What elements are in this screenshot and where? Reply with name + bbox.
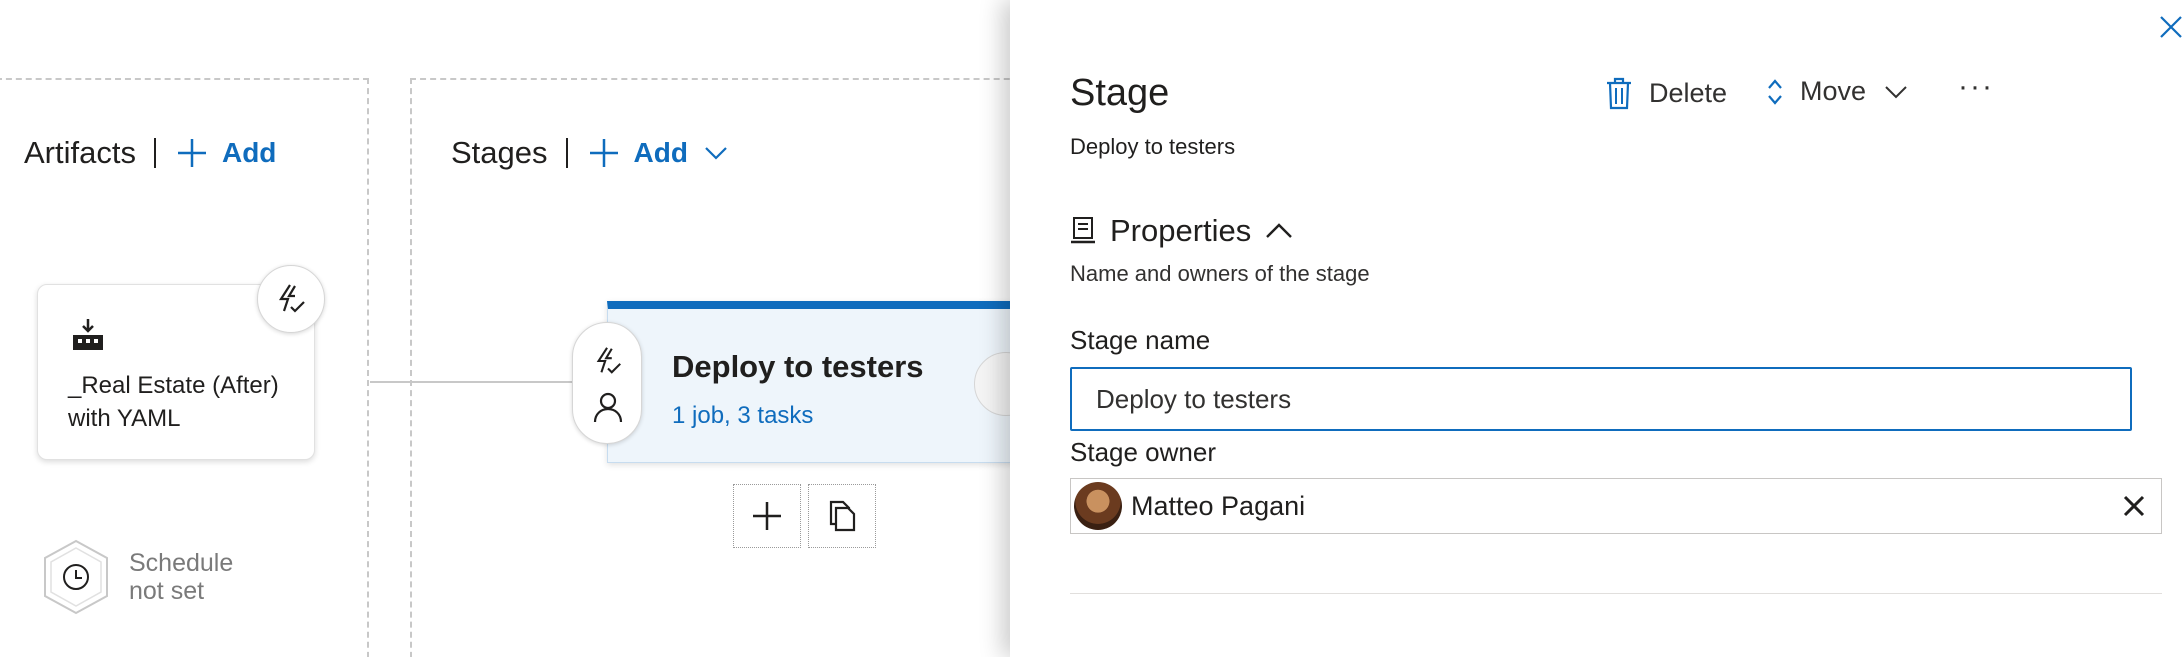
- properties-toggle[interactable]: Properties: [1070, 213, 1293, 249]
- add-artifact-button[interactable]: Add: [176, 137, 276, 169]
- panel-title: Stage: [1070, 72, 1170, 114]
- schedule-label: Schedule not set: [129, 549, 233, 605]
- stage-owner-name: Matteo Pagani: [1131, 490, 1306, 521]
- chevron-down-icon: [1885, 85, 1907, 98]
- add-job-button[interactable]: [733, 484, 801, 548]
- section-divider: [1070, 593, 2162, 594]
- schedule-label-line2: not set: [129, 577, 205, 605]
- stage-name-label: Stage name: [1070, 325, 1211, 355]
- more-actions-button[interactable]: ···: [1958, 70, 1994, 104]
- continuous-deployment-trigger[interactable]: [257, 265, 325, 333]
- stages-title: Stages: [451, 135, 548, 170]
- schedule-label-line1: Schedule: [129, 549, 234, 577]
- chevron-up-icon: [1266, 223, 1293, 238]
- clock-icon: [44, 539, 108, 615]
- panel-subtitle: Deploy to testers: [1070, 134, 1236, 159]
- stage-card-summary[interactable]: 1 job, 3 tasks: [672, 402, 813, 430]
- properties-description: Name and owners of the stage: [1070, 261, 1370, 286]
- stage-owner-label: Stage owner: [1070, 437, 1216, 467]
- trash-icon: [1607, 77, 1631, 110]
- pre-deployment-conditions: [572, 322, 642, 444]
- clone-stage-button[interactable]: [808, 484, 876, 548]
- stages-header: Stages Add: [451, 133, 728, 173]
- properties-title: Properties: [1110, 213, 1252, 248]
- chevron-down-icon: [705, 147, 727, 160]
- clear-owner-icon[interactable]: [2121, 493, 2147, 519]
- delete-label: Delete: [1649, 77, 1728, 108]
- artifact-name: _Real Estate (After) with YAML: [68, 372, 279, 432]
- artifact-stage-connector: [370, 381, 576, 383]
- properties-icon: [1071, 217, 1095, 244]
- stage-properties-panel: Stage Deploy to testers Delete Move ··· …: [1010, 0, 2183, 657]
- plus-icon: [589, 139, 618, 167]
- plus-icon: [753, 502, 781, 530]
- add-artifact-label: Add: [221, 137, 277, 168]
- pre-deployment-approvers-icon[interactable]: [590, 389, 626, 425]
- more-actions-icon: ···: [1958, 70, 1994, 103]
- stage-owner-picker[interactable]: Matteo Pagani: [1070, 478, 2162, 534]
- close-icon[interactable]: [2158, 14, 2183, 40]
- plus-icon: [177, 139, 206, 167]
- artifacts-header: Artifacts Add: [24, 133, 276, 173]
- build-pipeline-icon: [70, 317, 106, 358]
- avatar: [1074, 482, 1122, 530]
- move-button[interactable]: Move: [1766, 76, 1908, 107]
- add-stage-button[interactable]: Add: [588, 137, 728, 169]
- delete-button[interactable]: Delete: [1605, 76, 1727, 110]
- stage-card-name: Deploy to testers: [672, 349, 924, 384]
- artifacts-title: Artifacts: [24, 135, 136, 170]
- pre-deployment-trigger-icon[interactable]: [590, 343, 626, 379]
- lightning-trigger-icon: [278, 284, 305, 313]
- add-stage-label: Add: [633, 137, 688, 168]
- move-label: Move: [1800, 76, 1867, 106]
- header-separator: [565, 138, 568, 168]
- header-separator: [153, 138, 156, 168]
- up-down-arrow-icon: [1768, 78, 1782, 105]
- stage-card[interactable]: Deploy to testers 1 job, 3 tasks: [607, 301, 1010, 463]
- schedule-trigger[interactable]: Schedule not set: [41, 538, 233, 616]
- clone-icon: [829, 500, 856, 532]
- pipeline-canvas: Artifacts Add _Real Estate (After) with …: [0, 0, 1010, 657]
- stage-name-input[interactable]: [1070, 367, 2132, 431]
